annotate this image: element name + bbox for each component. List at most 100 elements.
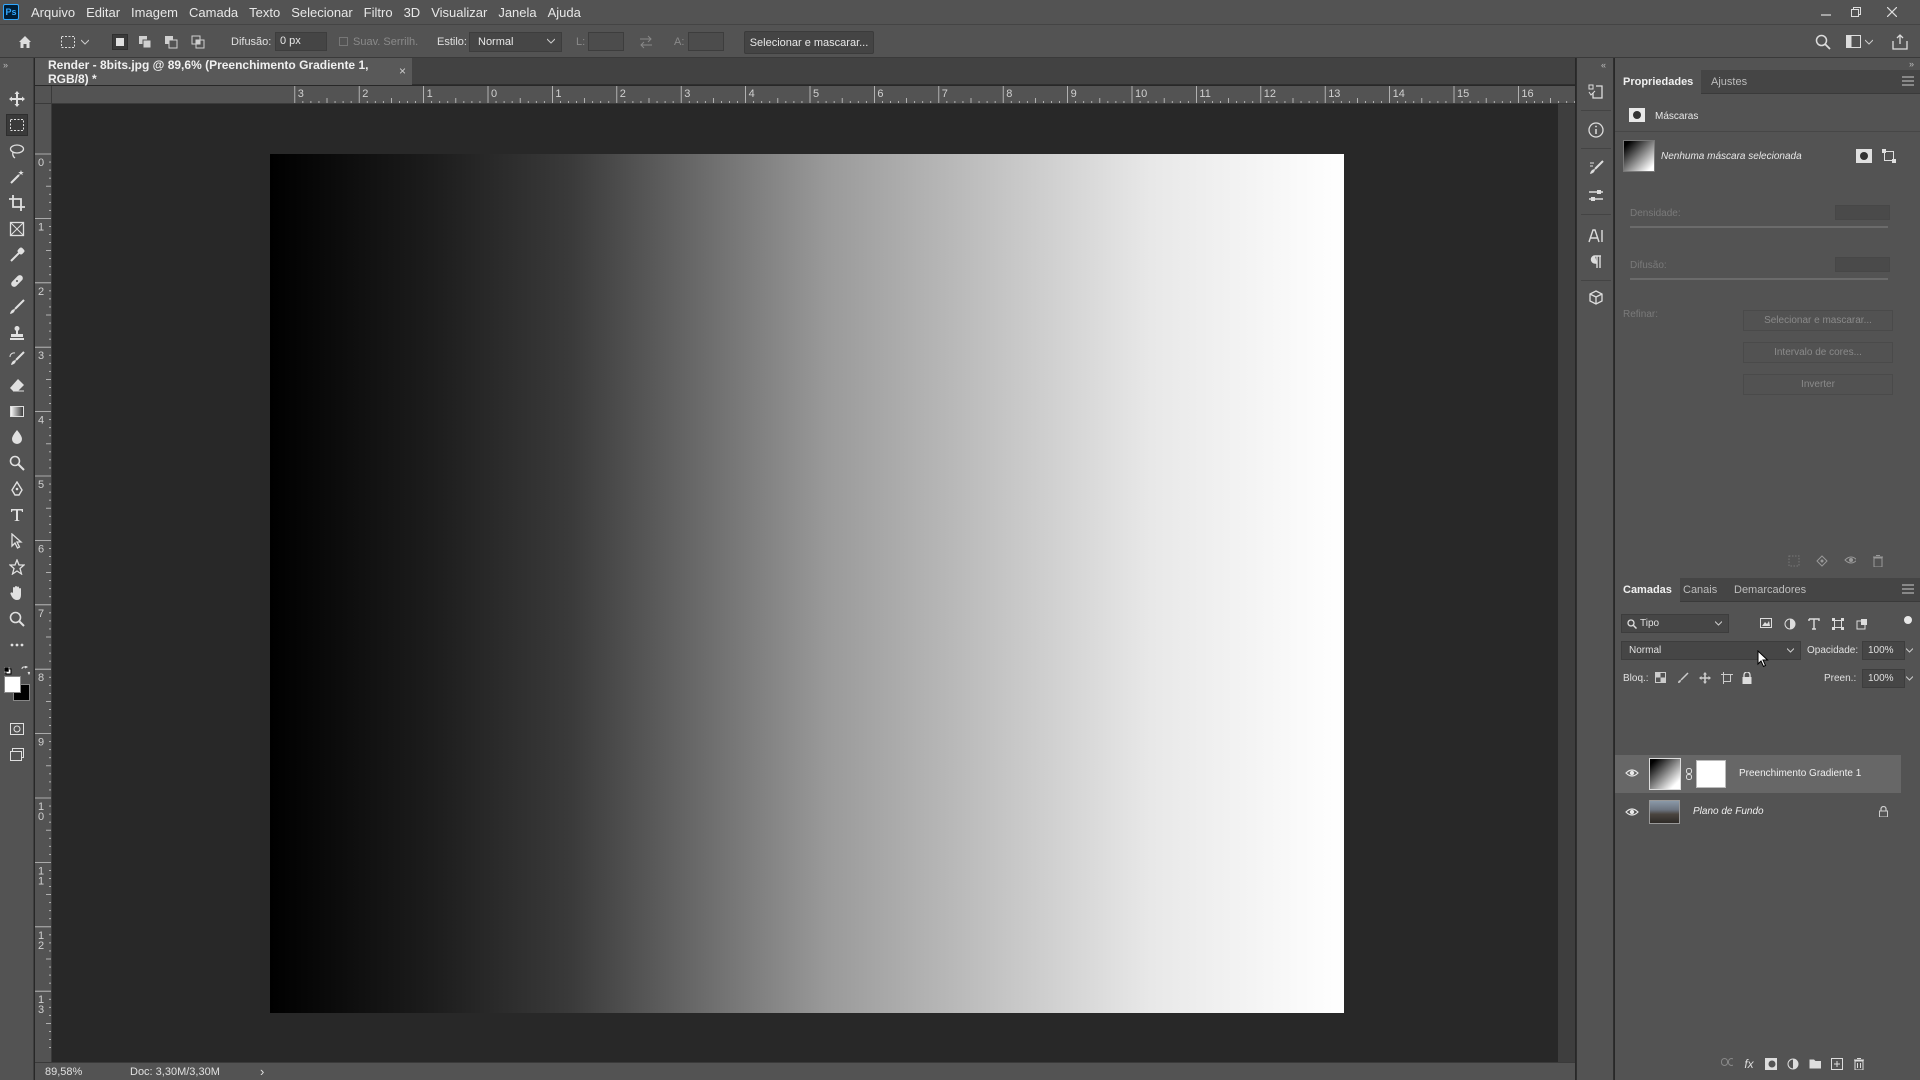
path-selection-tool[interactable]	[6, 530, 28, 552]
layer-row-gradient-fill[interactable]: Preenchimento Gradiente 1	[1615, 755, 1901, 793]
hand-tool[interactable]	[6, 582, 28, 604]
eyedropper-tool[interactable]	[6, 244, 28, 266]
filter-toggle-switch[interactable]	[1904, 616, 1912, 624]
mask-feather-slider[interactable]	[1630, 278, 1888, 280]
frame-tool[interactable]	[6, 218, 28, 240]
move-tool[interactable]	[6, 88, 28, 110]
home-button[interactable]	[17, 34, 33, 50]
menu-filtro[interactable]: Filtro	[364, 5, 393, 20]
layer-visibility-eye-icon[interactable]	[1625, 767, 1639, 779]
brush-tool[interactable]	[6, 296, 28, 318]
custom-shape-tool[interactable]	[6, 556, 28, 578]
magic-wand-tool[interactable]	[6, 166, 28, 188]
swap-dimensions-button[interactable]	[638, 34, 654, 50]
dodge-tool[interactable]	[6, 452, 28, 474]
character-panel-button[interactable]	[1586, 226, 1606, 246]
default-colors-button[interactable]	[3, 664, 12, 675]
vertical-ruler[interactable]: 012345678910111213	[35, 104, 52, 1062]
foreground-color-swatch[interactable]	[4, 676, 21, 693]
delete-layer-icon[interactable]	[1852, 1057, 1866, 1071]
tab-layers[interactable]: Camadas	[1615, 578, 1680, 602]
fill-input[interactable]: 100%	[1862, 669, 1905, 688]
close-window-button[interactable]	[1877, 0, 1907, 24]
new-selection-button[interactable]	[112, 34, 128, 50]
add-layer-mask-icon[interactable]	[1764, 1057, 1778, 1071]
add-selection-button[interactable]	[137, 34, 153, 50]
density-input[interactable]	[1835, 205, 1890, 220]
lock-artboard-icon[interactable]	[1720, 671, 1734, 685]
restore-button[interactable]	[1841, 0, 1871, 24]
layer-visibility-eye-icon[interactable]	[1625, 806, 1639, 818]
layer-mask-thumbnail[interactable]	[1696, 760, 1726, 788]
filter-pixel-layers-icon[interactable]	[1759, 617, 1773, 631]
filter-type-layers-icon[interactable]	[1807, 617, 1821, 631]
swap-colors-button[interactable]	[21, 664, 31, 676]
rectangular-marquee-tool[interactable]	[6, 114, 28, 136]
paragraph-panel-button[interactable]	[1586, 252, 1606, 272]
eraser-tool[interactable]	[6, 374, 28, 396]
close-tab-icon[interactable]: ×	[399, 64, 406, 78]
layer-name[interactable]: Preenchimento Gradiente 1	[1739, 768, 1861, 779]
menu-selecionar[interactable]: Selecionar	[291, 5, 352, 20]
layers-panel-menu-icon[interactable]	[1902, 584, 1914, 596]
layer-mask-link-icon[interactable]	[1686, 768, 1692, 780]
properties-panel-menu-icon[interactable]	[1902, 76, 1914, 88]
pen-tool[interactable]	[6, 478, 28, 500]
menu-3d[interactable]: 3D	[404, 5, 421, 20]
quick-mask-button[interactable]	[6, 718, 28, 740]
expand-dock-icon[interactable]: «	[1601, 60, 1606, 70]
layer-style-fx-icon[interactable]: fx	[1742, 1057, 1756, 1071]
menu-ajuda[interactable]: Ajuda	[548, 5, 581, 20]
new-adjustment-layer-icon[interactable]	[1786, 1057, 1800, 1071]
horizontal-ruler[interactable]: 321012345678910111213141516171819	[52, 86, 1575, 104]
menu-janela[interactable]: Janela	[498, 5, 536, 20]
tab-adjustments[interactable]: Ajustes	[1703, 70, 1755, 94]
layer-name[interactable]: Plano de Fundo	[1693, 806, 1764, 817]
opacity-input[interactable]: 100%	[1862, 641, 1905, 660]
layer-row-background[interactable]: Plano de Fundo	[1615, 794, 1901, 830]
gradient-tool[interactable]	[6, 400, 28, 422]
lock-position-icon[interactable]	[1698, 671, 1712, 685]
menu-visualizar[interactable]: Visualizar	[431, 5, 487, 20]
menu-editar[interactable]: Editar	[86, 5, 120, 20]
blur-tool[interactable]	[6, 426, 28, 448]
filter-adjustment-layers-icon[interactable]	[1783, 617, 1797, 631]
menu-camada[interactable]: Camada	[189, 5, 238, 20]
lock-transparent-pixels-icon[interactable]	[1654, 671, 1668, 685]
tool-presets-panel-button[interactable]	[1586, 186, 1606, 206]
fill-chevron-icon[interactable]	[1906, 676, 1913, 681]
crop-tool[interactable]	[6, 192, 28, 214]
antialias-checkbox[interactable]: Suav. Serrilh.	[339, 36, 418, 48]
menu-arquivo[interactable]: Arquivo	[31, 5, 75, 20]
history-panel-button[interactable]	[1586, 82, 1606, 102]
filter-smart-objects-icon[interactable]	[1855, 617, 1869, 631]
edit-toolbar-button[interactable]	[6, 634, 28, 656]
menu-imagem[interactable]: Imagem	[131, 5, 178, 20]
color-range-button[interactable]: Intervalo de cores...	[1743, 342, 1893, 363]
delete-mask-icon[interactable]	[1871, 554, 1885, 568]
tab-properties[interactable]: Propriedades	[1615, 70, 1702, 94]
brushes-panel-button[interactable]	[1586, 158, 1606, 178]
blend-mode-select[interactable]: Normal	[1621, 641, 1801, 660]
height-input[interactable]	[688, 32, 724, 51]
chevron-down-icon[interactable]	[80, 34, 90, 50]
add-vector-mask-button[interactable]	[1882, 149, 1898, 163]
document-image-gradient[interactable]	[270, 154, 1344, 1013]
lock-all-icon[interactable]	[1741, 671, 1755, 685]
tab-channels[interactable]: Canais	[1675, 578, 1725, 602]
new-group-icon[interactable]	[1808, 1057, 1822, 1071]
collapse-panels-icon[interactable]: »	[1909, 59, 1914, 69]
zoom-level[interactable]: 89,58%	[45, 1066, 82, 1078]
info-panel-button[interactable]	[1586, 120, 1606, 140]
canvas-vertical-scrollbar[interactable]	[1558, 104, 1575, 1062]
collapse-toolbar-icon[interactable]: »	[3, 60, 8, 70]
ruler-origin[interactable]	[35, 86, 52, 104]
menu-texto[interactable]: Texto	[249, 5, 280, 20]
chevron-down-icon[interactable]	[1864, 34, 1874, 50]
history-brush-tool[interactable]	[6, 348, 28, 370]
tab-paths[interactable]: Demarcadores	[1726, 578, 1814, 602]
workspace-button[interactable]	[1846, 34, 1862, 50]
link-layers-icon[interactable]	[1720, 1057, 1734, 1071]
zoom-tool[interactable]	[6, 608, 28, 630]
search-button[interactable]	[1815, 34, 1831, 50]
